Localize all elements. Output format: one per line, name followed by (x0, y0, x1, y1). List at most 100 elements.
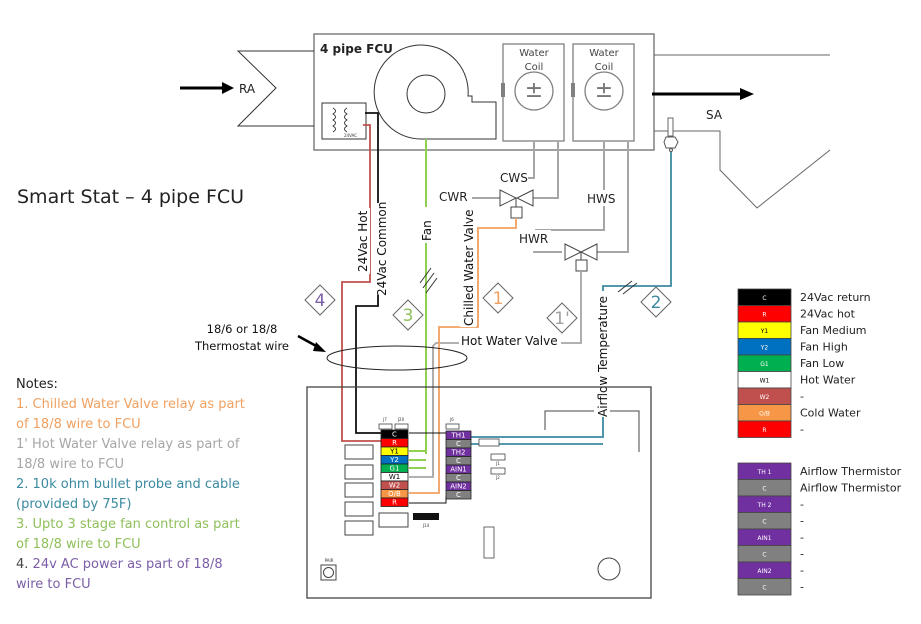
supply-air-duct-bottom (654, 130, 831, 209)
legend-code: O/B (759, 411, 770, 418)
wire-legend-row: R 24Vac hot (737, 305, 856, 323)
thermostat-wire-line1: 18/6 or 18/8 (207, 322, 278, 336)
hws-label: HWS (587, 192, 616, 206)
legend-description: 24Vac return (800, 291, 871, 304)
note-item: 1. Chilled Water Valve relay as part of 1… (16, 395, 306, 435)
label-j1: J1 (495, 461, 500, 466)
terminal-th1: TH1 (445, 430, 472, 440)
wire-legend-row: W2 - (737, 387, 804, 405)
terminal-r: R (380, 497, 409, 507)
return-air-arrowhead (222, 82, 234, 94)
cws-label: CWS (500, 171, 528, 185)
terminal-ain1: AIN1 (445, 464, 472, 474)
marker-label: 1 (493, 289, 504, 309)
legend-description: - (800, 498, 804, 511)
relay-block (344, 482, 374, 498)
svg-text:C: C (456, 474, 461, 482)
plus-minus-icon: ± (525, 78, 543, 103)
airflow-sensor-mount (663, 136, 679, 149)
legend-code: C (762, 295, 766, 302)
marker-label: 4 (315, 291, 326, 311)
relay-block (344, 520, 374, 536)
terminal-w1: W1 (380, 472, 409, 482)
note-line: of 18/8 wire to FCU (16, 417, 141, 432)
terminal-th2: TH2 (445, 447, 472, 457)
label-24vac-hot: 24Vac Hot (356, 210, 370, 272)
legend-description: - (800, 390, 804, 403)
legend-description: Fan Medium (800, 324, 867, 337)
note-item: 1' Hot Water Valve relay as part of 18/8 … (16, 435, 306, 475)
legend-description: Fan Low (800, 357, 844, 370)
notes-heading: Notes: (16, 377, 58, 392)
label-j6: J6 (449, 417, 454, 422)
legend-description: 24Vac hot (800, 308, 856, 321)
legend-code: G1 (760, 361, 769, 368)
legend-code: AIN2 (757, 568, 771, 575)
transformer-label: 24VAC (344, 133, 357, 138)
sensor-legend-row: AIN2 - (737, 561, 804, 579)
legend-code: TH 2 (757, 502, 772, 509)
svg-text:W1: W1 (389, 473, 400, 481)
fcu-label: 4 pipe FCU (320, 42, 393, 56)
legend-code: Y1 (760, 328, 769, 335)
wire-legend-row: Y2 Fan High (737, 338, 848, 356)
label-fan: Fan (420, 220, 434, 241)
marker-2: 3 (392, 299, 424, 331)
svg-text:G1: G1 (390, 465, 400, 473)
fan-hub (406, 74, 446, 114)
connector-j7 (378, 423, 393, 430)
marker-1: 4 (304, 284, 336, 316)
sensor-legend-row: TH 2 - (737, 495, 804, 513)
marker-label: 1' (554, 309, 570, 329)
supply-air-label: SA (706, 108, 723, 122)
svg-text:R: R (392, 439, 397, 447)
controller-board: J7 J20 J6 J1 J2 J14 PAIR CRY1Y2G1W1W2O/B… (306, 386, 652, 599)
marker-4: 1' (546, 302, 578, 334)
terminal-y2: Y2 (380, 455, 409, 465)
legend-code: C (762, 486, 766, 493)
marker-5: 2 (640, 286, 672, 318)
label-j20: J20 (397, 417, 405, 422)
note-line: wire to FCU (16, 577, 91, 592)
legend-code: W2 (760, 394, 770, 401)
sensor-legend-row: C- (737, 545, 804, 563)
note-item: 3. Upto 3 stage fan control as part of 18… (16, 515, 306, 555)
chilled-valve-actuator (510, 206, 523, 219)
water-coil-heating: Water Coil ± (571, 43, 635, 142)
svg-text:TH1: TH1 (451, 432, 466, 440)
legend-code: C (762, 552, 766, 559)
legend-code: C (762, 519, 766, 526)
terminal-c: C (380, 429, 409, 439)
svg-text:W2: W2 (389, 482, 400, 490)
hot-water-valve (564, 243, 598, 272)
marker-label: 2 (651, 293, 662, 313)
legend-description: Airflow Thermistor (800, 482, 902, 495)
marker-label: 3 (403, 306, 414, 326)
connector-j2 (490, 467, 506, 475)
hwr-label: HWR (519, 232, 548, 246)
wire-legend-row: R- (737, 420, 804, 438)
terminal-c: C (445, 473, 472, 483)
board-mount-hole (597, 557, 621, 581)
label-24vac-common: 24Vac Common (375, 202, 389, 296)
svg-text:C: C (392, 431, 397, 439)
legend-description: Hot Water (800, 374, 856, 387)
legend-code: AIN1 (757, 535, 771, 542)
label-j14: J14 (422, 523, 430, 528)
fan-blower (373, 44, 497, 140)
airflow-sensor-probe (667, 117, 674, 137)
legend-description: Airflow Thermistor (800, 465, 902, 478)
terminal-c: C (445, 490, 472, 500)
legend-code: R (762, 427, 766, 434)
svg-text:C: C (456, 440, 461, 448)
terminal-ain2: AIN2 (445, 481, 472, 491)
plus-minus-icon: ± (595, 78, 613, 103)
connector-vertical (483, 526, 495, 559)
connector-j6 (445, 423, 460, 430)
relay-block (344, 464, 374, 480)
return-air-label: RA (239, 82, 256, 96)
coil-1-line2: Coil (525, 62, 544, 73)
sensor-legend-row: C- (737, 512, 804, 530)
coil-2-line1: Water (589, 48, 619, 59)
legend-code: TH 1 (757, 469, 772, 476)
